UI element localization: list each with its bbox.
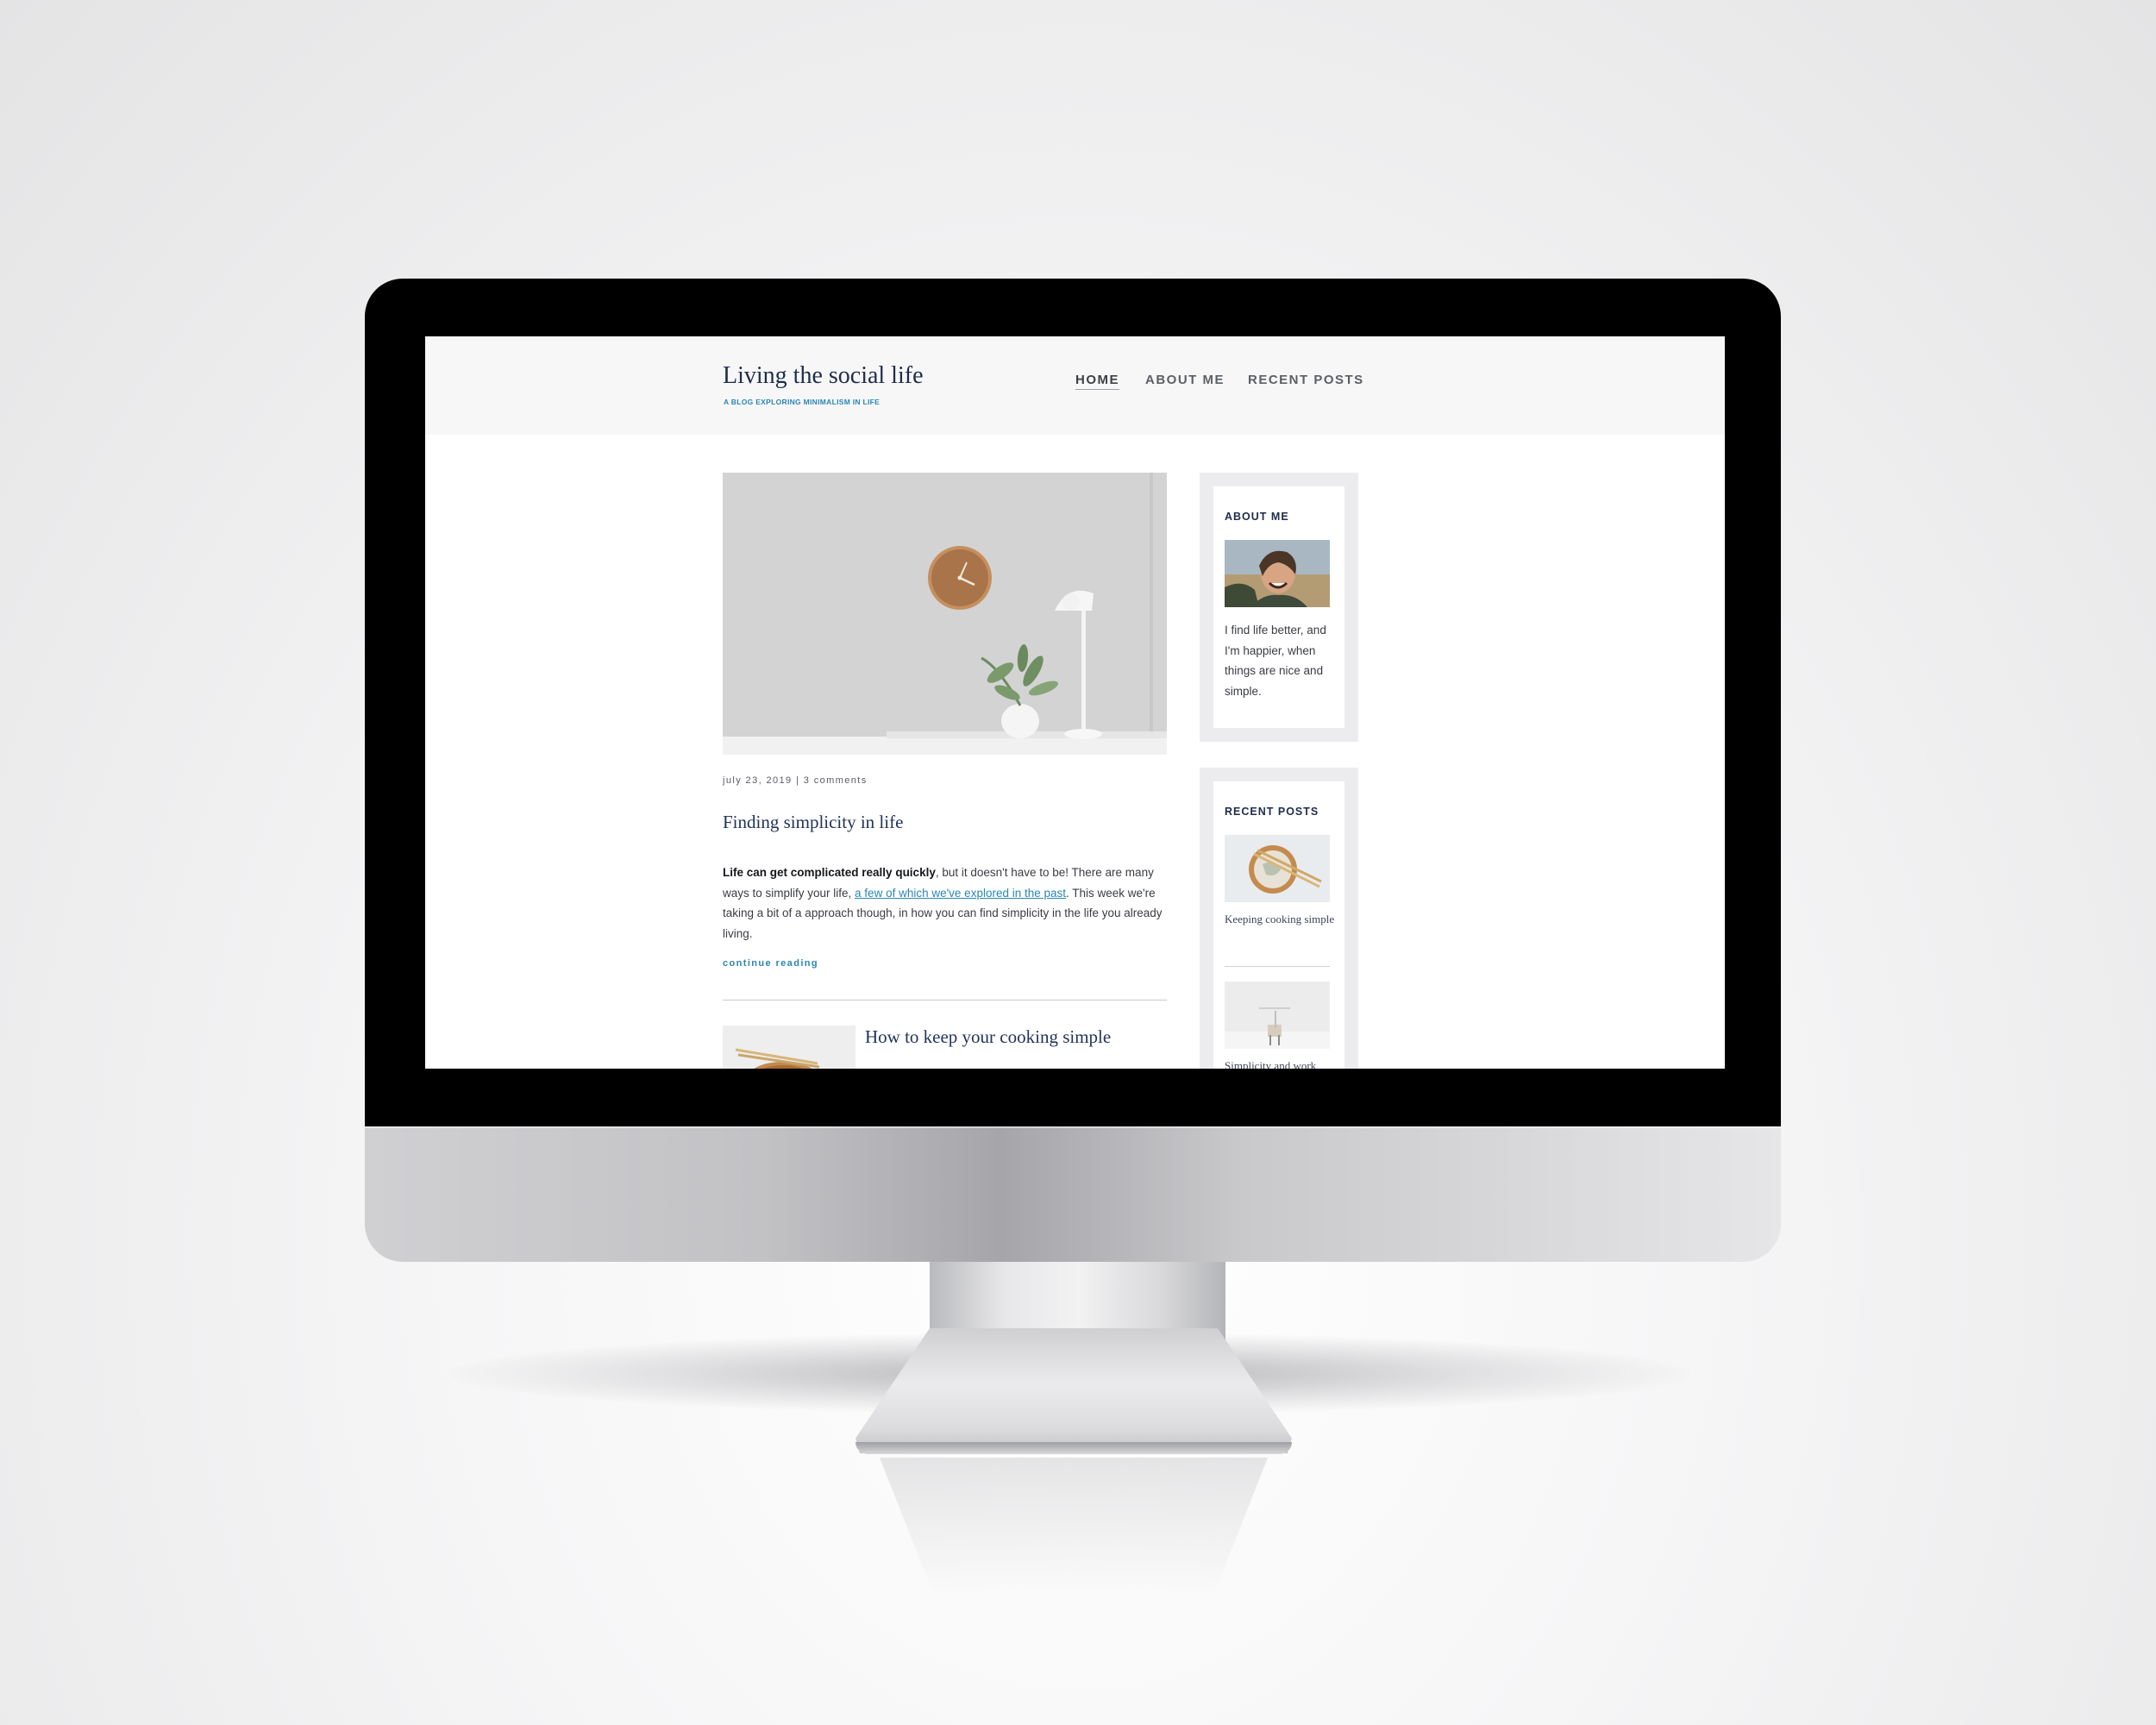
post-meta: july 23, 2019 | 3 comments xyxy=(723,775,868,786)
about-me-heading: ABOUT ME xyxy=(1225,511,1289,523)
excerpt-bold: Life can get complicated really quickly xyxy=(723,866,936,879)
monitor-stand-base xyxy=(856,1328,1292,1453)
monitor-screen: Living the social life A BLOG EXPLORING … xyxy=(425,336,1725,1069)
about-me-card: ABOUT ME I find life better, and I'm hap… xyxy=(1213,486,1344,728)
continue-reading-link[interactable]: continue reading xyxy=(723,958,818,969)
post2-title[interactable]: How to keep your cooking simple xyxy=(865,1026,1111,1048)
recent-posts-heading: RECENT POSTS xyxy=(1225,806,1319,818)
about-me-text: I find life better, and I'm happier, whe… xyxy=(1225,624,1326,698)
post-title[interactable]: Finding simplicity in life xyxy=(723,812,903,833)
person-photo xyxy=(1225,540,1330,607)
workspace-image xyxy=(1225,982,1330,1049)
monitor-stand-base-edge xyxy=(856,1442,1292,1454)
recent-posts-widget: RECENT POSTS Keeping cooking simple Simp… xyxy=(1200,768,1358,1069)
recent-post-divider xyxy=(1225,966,1330,967)
about-me-widget: ABOUT ME I find life better, and I'm hap… xyxy=(1200,473,1358,742)
site-title[interactable]: Living the social life xyxy=(723,362,924,390)
bowl-thumbnail-image xyxy=(723,1026,856,1069)
monitor-chin xyxy=(365,1126,1781,1262)
excerpt-link[interactable]: a few of which we've explored in the pas… xyxy=(855,887,1066,900)
avatar xyxy=(1225,540,1330,607)
recent-post-link[interactable]: Simplicity and work xyxy=(1225,1059,1337,1069)
nav-about-me[interactable]: ABOUT ME xyxy=(1145,373,1225,387)
site-header: Living the social life A BLOG EXPLORING … xyxy=(425,336,1725,435)
nav-recent-posts[interactable]: RECENT POSTS xyxy=(1248,373,1364,387)
recent-posts-card: RECENT POSTS Keeping cooking simple Simp… xyxy=(1213,781,1344,1069)
featured-image[interactable] xyxy=(723,473,1167,755)
featured-image-illustration xyxy=(723,473,1167,755)
stand-reflection xyxy=(880,1458,1268,1596)
recent-post-thumbnail[interactable] xyxy=(1225,835,1330,902)
cooking-bowl-image xyxy=(1225,835,1330,902)
nav-home[interactable]: HOME xyxy=(1075,373,1119,390)
recent-post-link[interactable]: Keeping cooking simple xyxy=(1225,913,1337,926)
post-excerpt: Life can get complicated really quickly,… xyxy=(723,862,1171,944)
post2-thumbnail[interactable] xyxy=(723,1026,856,1069)
site-tagline: A BLOG EXPLORING MINIMALISM IN LIFE xyxy=(724,398,881,406)
recent-post-thumbnail[interactable] xyxy=(1225,982,1330,1049)
